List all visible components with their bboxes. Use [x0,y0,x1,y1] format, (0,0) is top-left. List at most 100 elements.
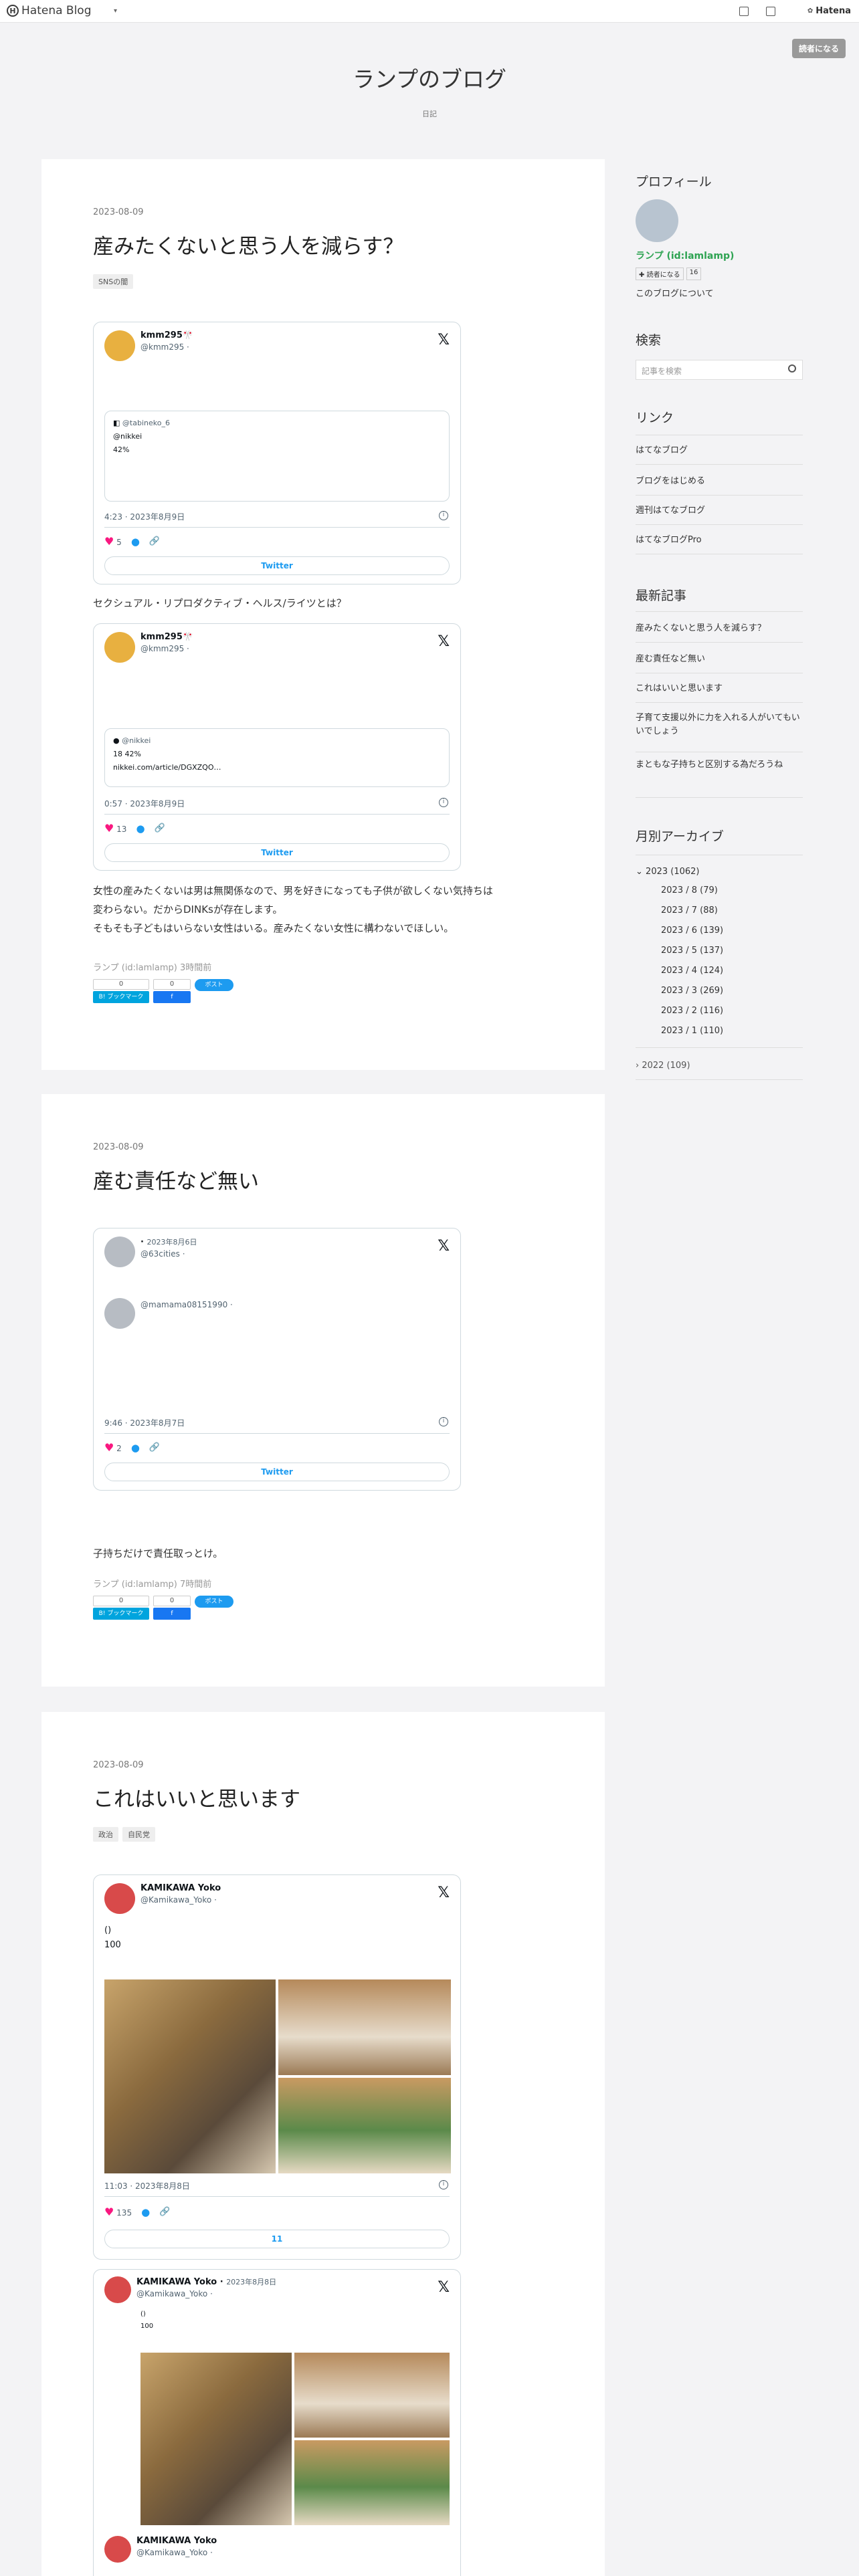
embedded-tweet[interactable]: · 2023年8月6日 @63cities · 𝕏 @mamama0815199… [93,1228,461,1491]
hatena-menu[interactable]: ✿ Hatena [807,6,851,16]
like-button[interactable]: ♥ 135 [104,2206,132,2218]
copy-link-button[interactable]: 🔗 [149,536,160,546]
bookmark-button[interactable]: B! ブックマーク [93,1608,149,1620]
avatar[interactable] [104,2536,131,2563]
handle-text[interactable]: @Kamikawa_Yoko [136,2289,207,2298]
recent-article-link[interactable]: 産む責任など無い [636,653,803,666]
tweet-author-name[interactable]: kmm295🎌 [140,632,193,642]
x-logo-icon[interactable]: 𝕏 [438,633,450,650]
author-line[interactable]: ランプ (id:lamlamp) 3時間前 [93,960,211,973]
top-menu[interactable]: ▾ [114,7,117,15]
read-on-twitter-button[interactable]: Twitter [104,1463,450,1481]
hatena-bookmark-share[interactable]: 0 B! ブックマーク [93,979,149,1003]
handle-text[interactable]: @63cities [140,1249,180,1259]
hatena-bookmark-share[interactable]: 0 B! ブックマーク [93,1596,149,1620]
quoted-tweet[interactable]: ◧ @tabineko_6 @nikkei 42% [104,411,450,502]
x-logo-icon[interactable]: 𝕏 [438,332,450,348]
author-line[interactable]: ランプ (id:lamlamp) 7時間前 [93,1577,211,1590]
facebook-share[interactable]: 0 f [153,1596,191,1620]
tweet-author-name[interactable]: kmm295🎌 [140,330,193,340]
reply-button[interactable]: ● [131,1442,140,1454]
avatar[interactable] [104,330,135,361]
category-tag[interactable]: 政治 [93,1827,118,1842]
tweet-timestamp[interactable]: 4:23 · 2023年8月9日 [104,511,185,522]
read-on-twitter-button[interactable]: Twitter [104,556,450,575]
handle-text[interactable]: @Kamikawa_Yoko [140,1895,211,1905]
profile-name[interactable]: ランプ (id:lamlamp) [636,249,734,262]
category-tag[interactable]: SNSの闇 [93,274,134,289]
read-on-twitter-button[interactable]: Twitter [104,843,450,862]
facebook-button[interactable]: f [153,1608,191,1620]
avatar[interactable] [104,1883,135,1914]
article-date[interactable]: 2023-08-09 [93,1760,144,1770]
blog-title[interactable]: ランプのブログ [0,62,859,94]
handle-text[interactable]: @kmm295 [140,644,184,653]
tweet-photo[interactable] [294,2440,450,2525]
tweet-date[interactable]: 2023年8月8日 [226,2278,276,2286]
tweet-timestamp[interactable]: 0:57 · 2023年8月9日 [104,798,185,809]
about-link[interactable]: このブログについて [636,288,803,301]
sidebar-link[interactable]: はてなブログ [636,444,803,457]
embedded-tweet[interactable]: KAMIKAWA Yoko @Kamikawa_Yoko · 𝕏 () 100 … [93,1874,461,2260]
recent-article-link[interactable]: まともな子持ちと区別する為だろうね [636,758,801,772]
manage-link[interactable] [765,6,778,16]
archive-month[interactable]: 2023 / 5 (137) [661,946,723,956]
x-logo-icon[interactable]: 𝕏 [438,1885,450,1901]
subscribe-button[interactable]: 読者になる [791,39,846,58]
search-icon[interactable] [788,364,796,372]
sidebar-link[interactable]: はてなブログPro [636,534,803,547]
archive-month[interactable]: 2023 / 6 (139) [661,926,723,936]
write-link[interactable] [739,6,751,16]
info-icon[interactable]: i [439,798,448,807]
archive-year[interactable]: › 2022 (109) [636,1059,803,1073]
x-logo-icon[interactable]: 𝕏 [438,1238,450,1255]
article-title[interactable]: これはいいと思います [93,1782,300,1812]
sidebar-link[interactable]: ブログをはじめる [636,475,803,488]
facebook-button[interactable]: f [153,991,191,1003]
embedded-tweet[interactable]: kmm295🎌 @kmm295 · 𝕏 ◧ @tabineko_6 @nikke… [93,322,461,584]
tweet-photo[interactable] [140,2353,292,2525]
archive-month[interactable]: 2023 / 2 (116) [661,1006,723,1016]
tweet-photo[interactable] [278,1979,451,2075]
info-icon[interactable]: i [439,511,448,520]
article-title[interactable]: 産む責任など無い [93,1164,259,1194]
archive-month[interactable]: 2023 / 8 (79) [661,885,718,895]
avatar[interactable] [104,1237,135,1267]
article-title[interactable]: 産みたくないと思う人を減らす？ [93,229,403,259]
info-icon[interactable]: i [439,1417,448,1426]
archive-month[interactable]: 2023 / 3 (269) [661,986,723,996]
article-date[interactable]: 2023-08-09 [93,1142,144,1152]
reply-button[interactable]: ● [136,823,145,835]
archive-month[interactable]: 2023 / 7 (88) [661,905,718,916]
handle-text[interactable]: @kmm295 [140,342,184,352]
copy-link-button[interactable]: 🔗 [159,2207,170,2217]
tweet-photo[interactable] [278,2078,451,2173]
hatena-blog-logo[interactable]: H Hatena Blog [7,4,92,17]
archive-month[interactable]: 2023 / 4 (124) [661,966,723,976]
x-logo-icon[interactable]: 𝕏 [438,2279,450,2296]
read-replies-button[interactable]: 11 [104,2230,450,2248]
sidebar-link[interactable]: 週刊はてなブログ [636,504,803,518]
quoted-tweet[interactable]: ● @nikkei 18 42% nikkei.com/article/DGXZ… [104,728,450,787]
post-button[interactable]: ポスト [195,979,233,991]
like-button[interactable]: ♥ 2 [104,1441,122,1454]
like-button[interactable]: ♥ 5 [104,535,122,548]
reply-button[interactable]: ● [131,536,140,548]
recent-article-link[interactable]: これはいいと思います [636,682,803,695]
archive-month[interactable]: 2023 / 1 (110) [661,1026,723,1036]
archive-year[interactable]: ⌄ 2023 (1062) [636,865,803,879]
tweet-timestamp[interactable]: 11:03 · 2023年8月8日 [104,2180,190,2191]
bookmark-button[interactable]: B! ブックマーク [93,991,149,1003]
article-date[interactable]: 2023-08-09 [93,207,144,217]
tweet-date[interactable]: 2023年8月6日 [147,1238,197,1247]
recent-article-link[interactable]: 子育て支援以外に力を入れる人がいてもいいでしょう [636,712,801,738]
follow-button[interactable]: ✚ 読者になる [636,267,684,280]
avatar[interactable] [104,632,135,663]
profile-avatar[interactable] [636,199,678,242]
avatar[interactable] [104,1298,135,1329]
like-button[interactable]: ♥ 13 [104,822,126,835]
recent-article-link[interactable]: 産みたくないと思う人を減らす？ [636,622,803,635]
quoted-author-name[interactable]: KAMIKAWA Yoko [136,2536,217,2546]
category-tag[interactable]: 自民党 [122,1827,155,1842]
copy-link-button[interactable]: 🔗 [149,1442,160,1453]
